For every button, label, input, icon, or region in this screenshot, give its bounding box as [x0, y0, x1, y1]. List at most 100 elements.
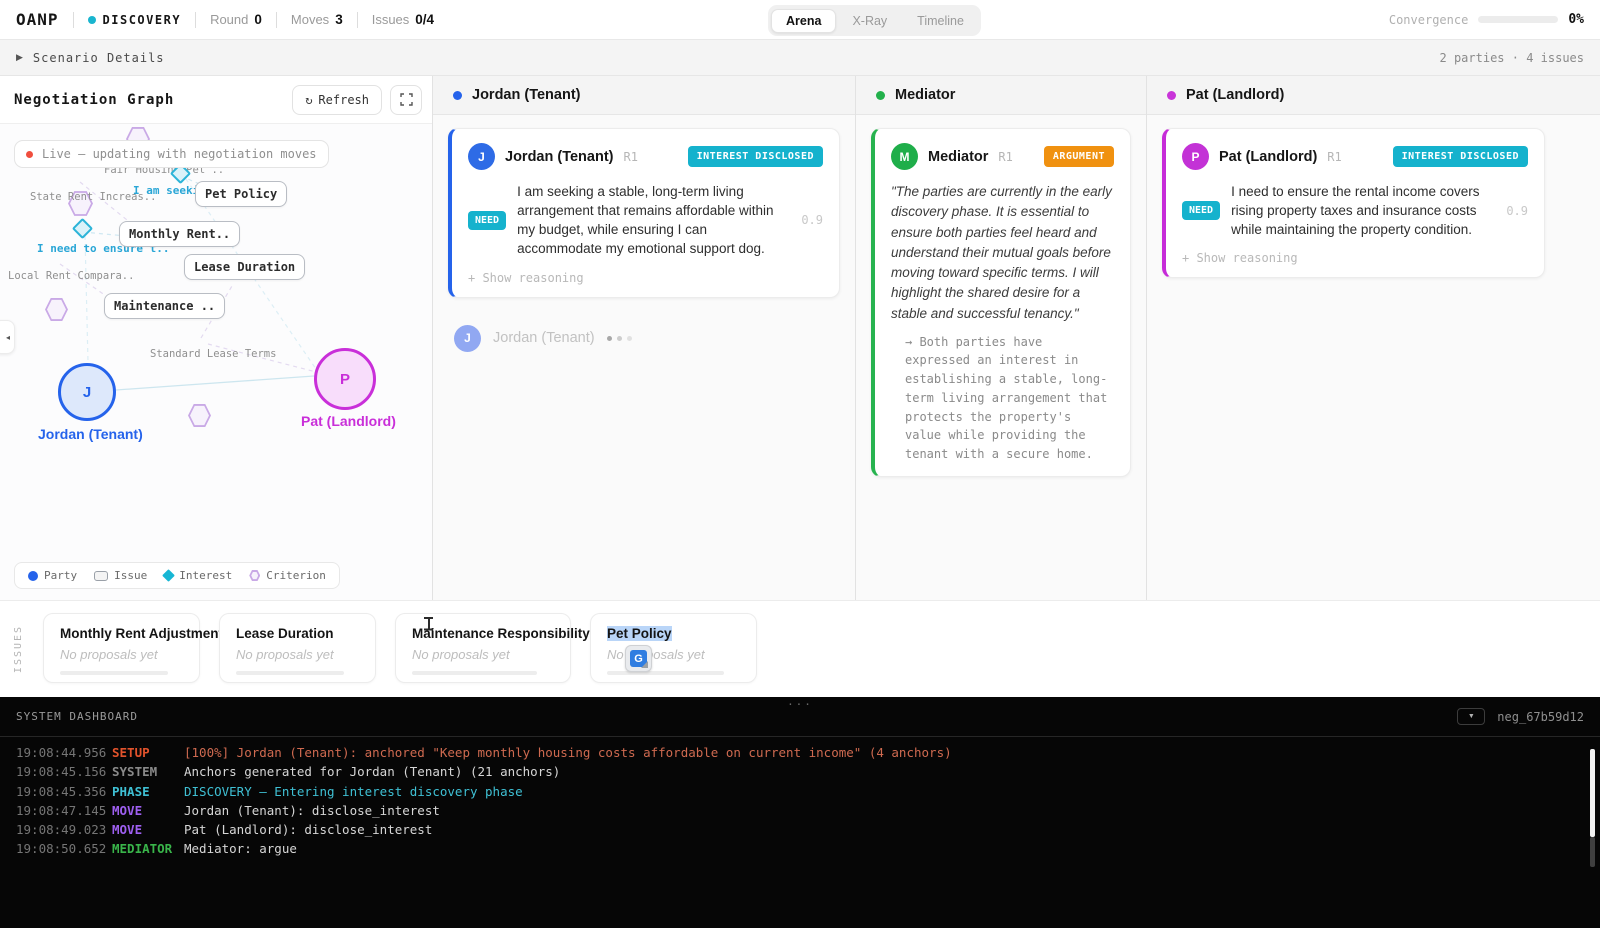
tab-arena[interactable]: Arena: [771, 9, 836, 33]
session-id: neg_67b59d12: [1497, 710, 1584, 724]
jordan-typing-indicator: J Jordan (Tenant): [454, 325, 840, 352]
mediator-avatar: M: [891, 143, 918, 170]
log-text: Anchors generated for Jordan (Tenant) (2…: [184, 762, 560, 781]
log-time: 19:08:45.156: [16, 762, 112, 781]
issues-stat: Issues 0/4: [372, 12, 434, 27]
column-mediator: Mediator M Mediator R1 ARGUMENT "The par…: [856, 76, 1147, 600]
jordan-card-author: Jordan (Tenant): [505, 149, 613, 165]
log-time: 19:08:47.145: [16, 801, 112, 820]
convergence-label: Convergence: [1389, 13, 1468, 27]
interest-swatch-icon: [162, 569, 175, 582]
scenario-details-bar[interactable]: ▶ Scenario Details 2 parties · 4 issues: [0, 40, 1600, 76]
graph-canvas[interactable]: Fair Housing Pet .. Live — updating with…: [0, 123, 432, 600]
issue-card-monthly-rent[interactable]: Monthly Rent Adjustment No proposals yet: [43, 613, 200, 683]
log-time: 19:08:49.023: [16, 820, 112, 839]
column-pat-body: P Pat (Landlord) R1 INTEREST DISCLOSED N…: [1147, 115, 1600, 600]
legend-issue: Issue: [94, 569, 147, 582]
criterion-swatch-icon: [249, 570, 260, 582]
refresh-button[interactable]: ↻ Refresh: [292, 85, 382, 115]
moves-label: Moves: [291, 12, 329, 27]
column-mediator-header: Mediator: [856, 76, 1146, 115]
log-line: 19:08:49.023 MOVE Pat (Landlord): disclo…: [16, 820, 1570, 839]
log-tag: SYSTEM: [112, 762, 184, 781]
issue-card-lease-duration[interactable]: Lease Duration No proposals yet: [219, 613, 376, 683]
tab-xray[interactable]: X-Ray: [838, 10, 901, 32]
jordan-card-content: NEED I am seeking a stable, long-term li…: [468, 182, 823, 259]
moves-value: 3: [335, 12, 343, 27]
issue-card-maintenance[interactable]: Maintenance Responsibility No proposals …: [395, 613, 571, 683]
pat-dot-icon: [1167, 91, 1176, 100]
jordan-show-reasoning[interactable]: + Show reasoning: [468, 271, 823, 285]
dropdown-arrow-icon: ▼: [1468, 713, 1475, 720]
view-tabs: Arena X-Ray Timeline: [768, 5, 981, 36]
log-tag: MOVE: [112, 801, 184, 820]
pat-show-reasoning[interactable]: + Show reasoning: [1182, 251, 1528, 265]
pat-card-header: P Pat (Landlord) R1 INTEREST DISCLOSED: [1182, 143, 1528, 170]
issue-swatch-icon: [94, 571, 108, 581]
issue-node-lease-duration[interactable]: Lease Duration: [184, 254, 305, 280]
panel-collapse-handle[interactable]: ◂: [0, 320, 15, 354]
arena-main: Negotiation Graph ↻ Refresh: [0, 76, 1600, 600]
jordan-message-card[interactable]: J Jordan (Tenant) R1 INTEREST DISCLOSED …: [448, 128, 840, 298]
party-node-jordan[interactable]: J: [58, 363, 116, 421]
criterion-label-lease-terms: Standard Lease Terms: [150, 348, 276, 360]
mediator-message-card[interactable]: M Mediator R1 ARGUMENT "The parties are …: [871, 128, 1131, 477]
terminal-scrollbar-thumb[interactable]: [1590, 837, 1595, 867]
phase-label: DISCOVERY: [103, 13, 182, 27]
pat-message-card[interactable]: P Pat (Landlord) R1 INTEREST DISCLOSED N…: [1162, 128, 1545, 278]
interest-node-jordan[interactable]: [173, 166, 188, 181]
party-label-pat: Pat (Landlord): [301, 413, 396, 429]
mediator-quote: "The parties are currently in the early …: [891, 182, 1114, 324]
log-filter-dropdown[interactable]: ▼: [1457, 708, 1485, 725]
text-cursor-icon: [424, 615, 433, 632]
jordan-card-round: R1: [623, 150, 637, 164]
mediator-arrow-text: → Both parties have expressed an interes…: [891, 333, 1114, 464]
translate-popup-icon[interactable]: G: [625, 645, 652, 672]
issue-progress-track: [236, 671, 344, 675]
party-letter-pat: P: [340, 371, 350, 388]
log-line: 19:08:45.156 SYSTEM Anchors generated fo…: [16, 762, 1570, 781]
jordan-card-score: 0.9: [801, 213, 823, 227]
column-jordan-header: Jordan (Tenant): [433, 76, 855, 115]
phase-indicator: DISCOVERY: [88, 13, 182, 27]
live-status-badge: Live — updating with negotiation moves: [14, 140, 329, 168]
issue-title: Pet Policy: [607, 626, 740, 641]
round-stat: Round 0: [210, 12, 262, 27]
expand-caret-icon[interactable]: ▶: [16, 52, 23, 63]
issue-card-pet-policy[interactable]: Pet Policy No proposals yet G: [590, 613, 757, 683]
legend-interest: Interest: [164, 569, 232, 582]
legend-interest-label: Interest: [179, 569, 232, 582]
issue-node-pet-policy[interactable]: Pet Policy: [195, 181, 287, 207]
issue-progress-track: [60, 671, 168, 675]
jordan-card-text: I am seeking a stable, long-term living …: [517, 182, 790, 259]
column-pat: Pat (Landlord) P Pat (Landlord) R1 INTER…: [1147, 76, 1600, 600]
fullscreen-button[interactable]: [390, 85, 422, 115]
issues-strip: ISSUES Monthly Rent Adjustment No propos…: [0, 600, 1600, 697]
pat-card-round: R1: [1327, 150, 1341, 164]
mediator-status-badge: ARGUMENT: [1044, 146, 1114, 167]
negotiation-graph-panel: Negotiation Graph ↻ Refresh: [0, 76, 433, 600]
convergence-meter: Convergence 0%: [1389, 12, 1584, 27]
jordan-card-header: J Jordan (Tenant) R1 INTEREST DISCLOSED: [468, 143, 823, 170]
legend-party: Party: [28, 569, 77, 582]
divider: [276, 12, 277, 28]
pat-header-name: Pat (Landlord): [1186, 87, 1284, 103]
pat-card-author: Pat (Landlord): [1219, 149, 1317, 165]
selected-text-highlight: Pet Policy: [607, 626, 672, 641]
divider: [73, 12, 74, 28]
mediator-card-header: M Mediator R1 ARGUMENT: [891, 143, 1114, 170]
log-time: 19:08:45.356: [16, 782, 112, 801]
issue-cards: Monthly Rent Adjustment No proposals yet…: [43, 613, 757, 683]
tab-timeline[interactable]: Timeline: [903, 10, 978, 32]
party-node-pat[interactable]: P: [314, 348, 376, 410]
refresh-label: Refresh: [318, 93, 369, 107]
issue-node-maintenance[interactable]: Maintenance ..: [104, 293, 225, 319]
interest-node-pat[interactable]: [75, 221, 90, 236]
jordan-header-name: Jordan (Tenant): [472, 87, 580, 103]
log-tag: SETUP: [112, 743, 184, 762]
party-label-jordan: Jordan (Tenant): [38, 426, 143, 442]
pat-card-text: I need to ensure the rental income cover…: [1231, 182, 1495, 239]
terminal-scrollbar[interactable]: [1590, 749, 1595, 837]
log-time: 19:08:44.956: [16, 743, 112, 762]
issue-node-monthly-rent[interactable]: Monthly Rent..: [119, 221, 240, 247]
